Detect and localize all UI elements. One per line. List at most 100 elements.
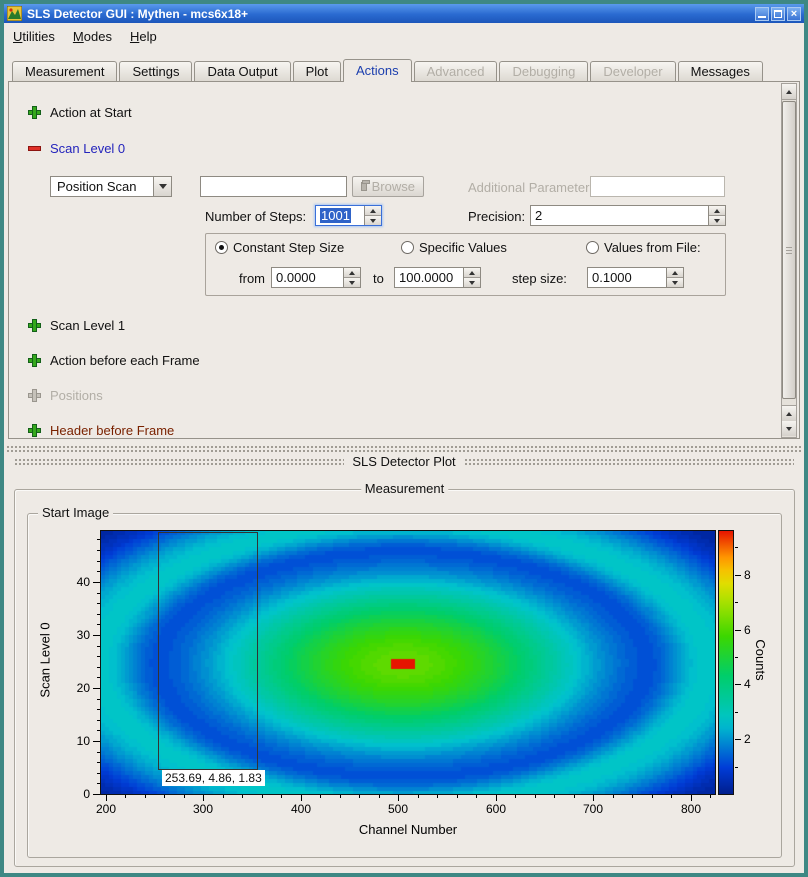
action-at-start-label: Action at Start [50,105,132,120]
radio-values-from-file-[interactable] [586,241,599,254]
measurement-group-title: Measurement [361,481,448,496]
arrow-down-icon [370,219,376,223]
colorbar-axis-label: Counts [752,635,768,685]
expand-plus-icon[interactable] [28,106,41,119]
expand-plus-icon[interactable] [28,319,41,332]
arrow-up-icon [370,209,376,213]
spin-up-button[interactable] [709,206,725,216]
close-icon: × [788,8,800,20]
folder-icon [361,182,367,191]
menu-help[interactable]: Help [121,25,166,48]
vertical-scrollbar[interactable] [781,83,797,438]
menu-utilities[interactable]: Utilities [4,25,64,48]
close-button[interactable]: × [787,7,801,21]
radio-label: Constant Step Size [233,240,344,255]
action-before-frame-label: Action before each Frame [50,353,200,368]
start-image-group-title: Start Image [38,505,113,520]
tab-advanced: Advanced [414,61,498,81]
tab-settings[interactable]: Settings [119,61,192,81]
scroll-down-button[interactable] [782,421,796,436]
tab-developer: Developer [590,61,675,81]
radio-specific-values[interactable] [401,241,414,254]
tab-debugging: Debugging [499,61,588,81]
spin-down-button[interactable] [365,216,381,225]
scan-level-1-label: Scan Level 1 [50,318,125,333]
app-icon [7,6,22,21]
scan-script-input[interactable] [200,176,347,197]
dock-handle-dots [464,458,794,465]
additional-parameter-input [590,176,725,197]
tab-plot[interactable]: Plot [293,61,341,81]
expand-plus-icon-disabled [28,389,41,402]
number-of-steps-label: Number of Steps: [205,209,306,224]
precision-label: Precision: [468,209,525,224]
number-of-steps-spinbox[interactable]: 1001 [315,205,382,226]
arrow-up-icon [469,271,475,275]
precision-spinbox[interactable]: 2 [530,205,726,226]
arrow-down-icon [349,281,355,285]
spin-up-button[interactable] [365,206,381,216]
positions-label: Positions [50,388,103,403]
spin-up-button[interactable] [344,268,360,278]
radio-label: Specific Values [419,240,507,255]
maximize-icon [774,10,782,18]
spin-down-button[interactable] [344,278,360,287]
menu-bar: UtilitiesModesHelp [4,23,804,49]
arrow-down-icon [672,281,678,285]
chevron-down-icon [159,184,167,189]
arrow-down-icon [469,281,475,285]
number-of-steps-value: 1001 [320,208,351,223]
menu-modes[interactable]: Modes [64,25,121,48]
step-size-label: step size: [512,271,567,286]
spin-down-button[interactable] [667,278,683,287]
arrow-down-icon [714,219,720,223]
arrow-up-icon [672,271,678,275]
precision-value: 2 [531,206,708,225]
arrow-up-icon [714,209,720,213]
tab-messages[interactable]: Messages [678,61,763,81]
maximize-button[interactable] [771,7,785,21]
splitter-handle[interactable] [6,445,802,452]
step-size-value: 0.1000 [588,268,666,287]
title-bar[interactable]: SLS Detector GUI : Mythen - mcs6x18+ × [4,4,804,23]
browse-button: Browse [352,176,424,197]
collapse-minus-icon[interactable] [28,146,41,151]
colorbar [718,530,734,795]
to-label: to [373,271,384,286]
combo-dropdown-button[interactable] [153,177,171,196]
dock-handle-dots [14,458,344,465]
zoom-selection-rect [158,532,258,770]
scroll-up-button[interactable] [782,84,796,100]
step-size-spinbox[interactable]: 0.1000 [587,267,684,288]
tab-actions[interactable]: Actions [343,59,412,82]
radio-constant-step-size[interactable] [215,241,228,254]
scan-level-0-label: Scan Level 0 [50,141,125,156]
to-spinbox[interactable]: 100.0000 [394,267,481,288]
plot-dock-titlebar[interactable]: SLS Detector Plot [6,453,802,470]
expand-plus-icon[interactable] [28,354,41,367]
scan-mode-combobox[interactable]: Position Scan [50,176,172,197]
expand-plus-icon[interactable] [28,424,41,437]
window-title: SLS Detector GUI : Mythen - mcs6x18+ [27,7,753,21]
arrow-down-icon [786,427,792,431]
scroll-up-button[interactable] [782,405,796,422]
arrow-up-icon [786,412,792,416]
tab-bar: MeasurementSettingsData OutputPlotAction… [12,59,765,82]
tab-data-output[interactable]: Data Output [194,61,290,81]
scrollbar-thumb[interactable] [782,101,796,399]
tab-measurement[interactable]: Measurement [12,61,117,81]
spin-up-button[interactable] [464,268,480,278]
from-spinbox[interactable]: 0.0000 [271,267,361,288]
y-axis-label: Scan Level 0 [38,613,54,708]
spin-down-button[interactable] [709,216,725,225]
arrow-up-icon [786,90,792,94]
header-before-frame-label: Header before Frame [50,423,174,438]
radio-label: Values from File: [604,240,701,255]
spin-down-button[interactable] [464,278,480,287]
minimize-button[interactable] [755,7,769,21]
minimize-icon [758,16,766,18]
additional-parameter-label: Additional Parameter: [468,180,593,195]
cursor-readout-tooltip: 253.69, 4.86, 1.83 [162,770,265,786]
arrow-up-icon [349,271,355,275]
spin-up-button[interactable] [667,268,683,278]
